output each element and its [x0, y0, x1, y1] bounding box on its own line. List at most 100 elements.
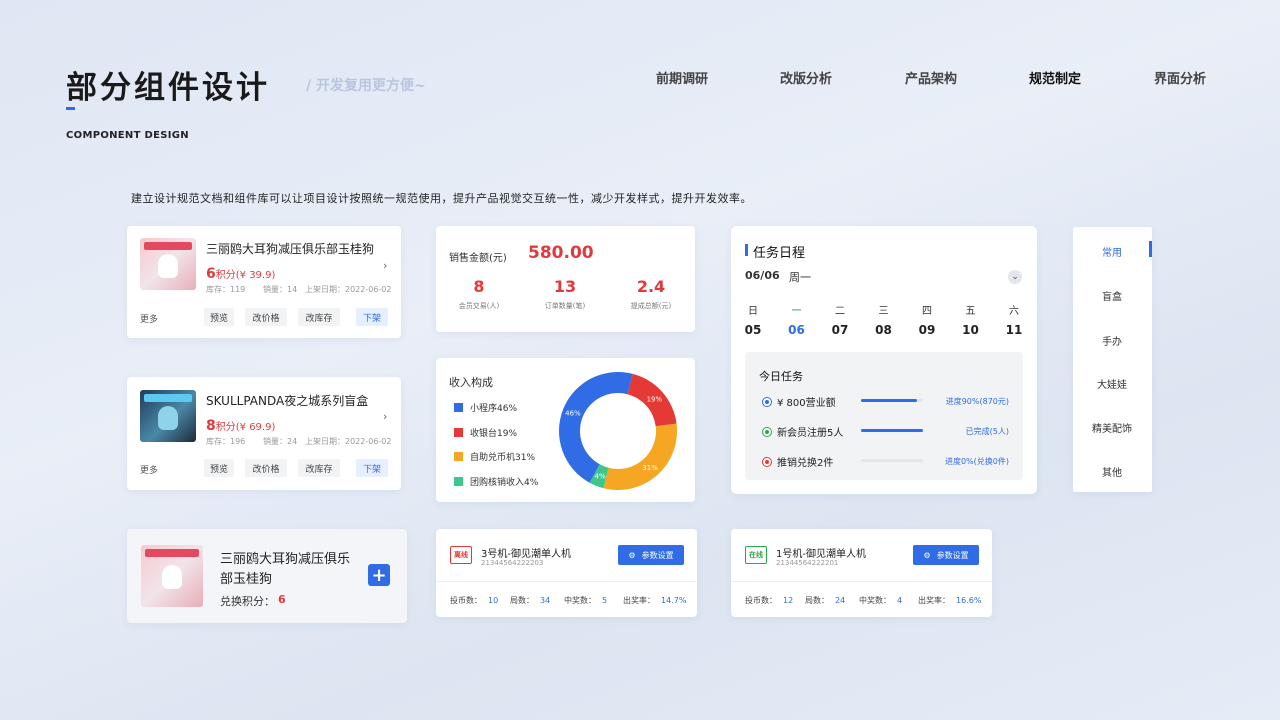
redeem-card: 三丽鸥大耳狗减压俱乐 部玉桂狗 兑换积分： 6 + — [127, 529, 407, 623]
day-cell[interactable]: 10 — [959, 323, 983, 337]
stat-win-rate: 出奖率： 14.7% — [623, 596, 687, 605]
title-accent-bar — [66, 107, 75, 110]
day-cell[interactable]: 06 — [785, 323, 809, 337]
product-image — [141, 545, 203, 607]
section-accent-bar — [745, 244, 748, 256]
sales-card: 销售金额(元) 580.00 8 会员交易(人) 13 订单数量(笔) 2.4 … — [436, 226, 695, 332]
parameter-settings-button[interactable]: ⚙ 参数设置 — [913, 545, 979, 565]
side-item-other[interactable]: 其他 — [1073, 464, 1151, 479]
income-donut-chart: 19% 31% 4% 46% — [559, 372, 677, 490]
chevron-right-icon[interactable]: › — [383, 410, 387, 423]
week-head: 四 — [922, 306, 932, 317]
redeem-name-line1: 三丽鸥大耳狗减压俱乐 — [220, 552, 351, 567]
week-head: 日 — [748, 306, 758, 317]
side-item-accessories[interactable]: 精美配饰 — [1073, 420, 1151, 435]
side-item-figures[interactable]: 手办 — [1073, 333, 1151, 348]
task-item: ¥ 800营业额 — [763, 394, 836, 409]
change-price-button[interactable]: 改价格 — [245, 308, 287, 326]
sales-amount-label: 销售金额(元) — [449, 253, 507, 264]
chevron-right-icon[interactable]: › — [383, 259, 387, 272]
day-cell[interactable]: 09 — [915, 323, 939, 337]
legend-item: 团购核销收入4% — [454, 475, 538, 488]
category-side-menu: 常用 盲盒 手办 大娃娃 精美配饰 其他 — [1073, 227, 1152, 492]
parameter-settings-button[interactable]: ⚙ 参数设置 — [618, 545, 684, 565]
page-subtitle: / 开发复用更方便~ — [306, 78, 426, 94]
delist-button[interactable]: 下架 — [356, 308, 388, 326]
product-points: 8 — [206, 418, 216, 434]
side-item-big-dolls[interactable]: 大娃娃 — [1073, 376, 1151, 391]
sales-amount: 580.00 — [528, 243, 594, 263]
change-price-button[interactable]: 改价格 — [245, 459, 287, 477]
product-card: 三丽鸥大耳狗减压俱乐部玉桂狗 6积分(¥ 39.9) 库存：119 销量：14 … — [127, 226, 401, 338]
machine-card: 离线 3号机-御见潮单人机 21344564222203 ⚙ 参数设置 投币数： 1… — [436, 529, 697, 617]
chevron-down-icon[interactable]: ⌄ — [1008, 270, 1022, 284]
nav-item-specification[interactable]: 规范制定 — [1029, 68, 1081, 87]
more-link[interactable]: 更多 — [140, 312, 158, 325]
redeem-name-line2: 部玉桂狗 — [220, 572, 273, 587]
machine-status-badge: 离线 — [450, 546, 472, 564]
task-item: 新会员注册5人 — [763, 424, 843, 439]
task-progress-bar — [861, 399, 923, 402]
today-tasks-title: 今日任务 — [759, 370, 803, 383]
stat-win-rate: 出奖率： 16.6% — [918, 596, 982, 605]
english-title: COMPONENT DESIGN — [66, 130, 189, 141]
intro-text: 建立设计规范文档和组件库可以让项目设计按照统一规范使用，提升产品视觉交互统一性，… — [131, 192, 752, 205]
preview-button[interactable]: 预览 — [204, 459, 234, 477]
product-date: 上架日期：2022-06-02 — [305, 285, 392, 294]
divider — [436, 581, 697, 582]
donut-slice-小程序 — [559, 372, 633, 483]
side-item-blind-box[interactable]: 盲盒 — [1073, 288, 1151, 303]
status-dot-icon — [763, 427, 771, 436]
week-head: 二 — [835, 306, 845, 317]
day-cell[interactable]: 05 — [741, 323, 765, 337]
task-progress-bar — [861, 459, 923, 462]
machine-card: 在线 1号机-御见潮单人机 21344564222201 ⚙ 参数设置 投币数： 1… — [731, 529, 992, 617]
kpi-value: 8 — [473, 277, 485, 296]
week-head: 一 — [791, 306, 802, 317]
stat-coins: 投币数： 10 — [450, 596, 499, 605]
task-progress-note: 进度0%(兑换0件) — [944, 457, 1009, 466]
donut-data-label: 46% — [565, 410, 581, 418]
nav-item-architecture[interactable]: 产品架构 — [905, 68, 957, 87]
day-cell[interactable]: 08 — [872, 323, 896, 337]
task-label: 新会员注册5人 — [777, 428, 844, 439]
more-link[interactable]: 更多 — [140, 463, 158, 476]
nav-item-research[interactable]: 前期调研 — [656, 68, 708, 87]
delist-button[interactable]: 下架 — [356, 459, 388, 477]
machine-name: 1号机-御见潮单人机 — [776, 549, 866, 560]
legend-item: 小程序46% — [454, 401, 517, 414]
task-label: 推销兑换2件 — [777, 458, 834, 469]
product-stock: 库存：119 — [206, 285, 246, 294]
task-progress-bar — [861, 429, 923, 432]
divider — [731, 581, 992, 582]
product-price-text: 积分(¥ 69.9) — [215, 422, 276, 433]
sliders-icon: ⚙ — [628, 550, 636, 560]
kpi-label: 订单数量(笔) — [544, 302, 586, 310]
donut-data-label: 19% — [647, 395, 663, 403]
plus-icon[interactable]: + — [368, 564, 390, 586]
day-cell[interactable]: 11 — [1002, 323, 1026, 337]
day-cell[interactable]: 07 — [828, 323, 852, 337]
side-item-common[interactable]: 常用 — [1073, 244, 1151, 259]
change-stock-button[interactable]: 改库存 — [298, 459, 340, 477]
product-stock: 库存：196 — [206, 437, 246, 446]
stat-coins: 投币数： 12 — [745, 596, 794, 605]
nav-item-redesign[interactable]: 改版分析 — [780, 68, 832, 87]
product-points: 6 — [206, 266, 216, 282]
change-stock-button[interactable]: 改库存 — [298, 308, 340, 326]
legend-item: 自助兑币机31% — [454, 450, 535, 463]
redeem-points-label: 兑换积分： — [220, 595, 275, 608]
product-sales: 销量：14 — [263, 285, 298, 294]
preview-button[interactable]: 预览 — [204, 308, 234, 326]
task-progress-note: 进度90%(870元) — [945, 397, 1009, 406]
product-image — [140, 390, 196, 442]
donut-data-label: 31% — [642, 464, 658, 472]
product-card: SKULLPANDA夜之城系列盲盒 8积分(¥ 69.9) 库存：196 销量：… — [127, 377, 401, 490]
donut-slice-自助兑币机 — [603, 423, 677, 490]
task-item: 推销兑换2件 — [763, 454, 833, 469]
kpi-value: 13 — [553, 277, 577, 296]
stat-rounds: 局数： 24 — [805, 596, 846, 605]
legend-item: 收银台19% — [454, 426, 517, 439]
nav-item-interface[interactable]: 界面分析 — [1154, 68, 1206, 87]
machine-id: 21344564222203 — [481, 559, 544, 567]
